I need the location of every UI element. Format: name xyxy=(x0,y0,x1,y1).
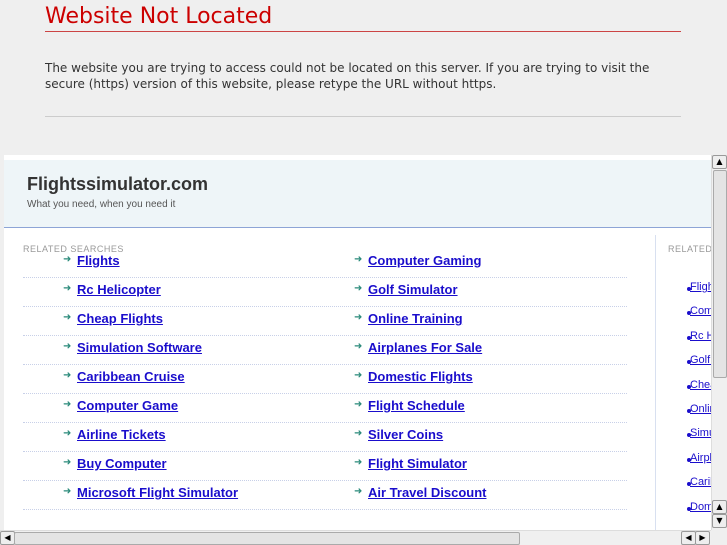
table-row: ➜ Computer Game ➜ Flight Schedule xyxy=(23,394,627,423)
title-underline xyxy=(45,31,681,32)
arrow-icon: ➜ xyxy=(354,283,363,294)
sidebar-link[interactable]: Domestic Flights xyxy=(690,501,711,513)
error-panel: Website Not Located The website you are … xyxy=(0,0,727,155)
arrow-icon: ➜ xyxy=(63,254,72,265)
arrow-icon: ➜ xyxy=(63,370,72,381)
site-header: Flightssimulator.com What you need, when… xyxy=(4,160,711,228)
related-link[interactable]: Simulation Software xyxy=(77,340,202,355)
related-link[interactable]: Silver Coins xyxy=(368,427,443,442)
related-link[interactable]: Rc Helicopter xyxy=(77,282,161,297)
related-link[interactable]: Flight Schedule xyxy=(368,398,465,413)
arrow-icon: ➜ xyxy=(63,486,72,497)
table-row: ➜ Simulation Software ➜ Airplanes For Sa… xyxy=(23,336,627,365)
sidebar-link[interactable]: Flights xyxy=(690,281,711,293)
related-link[interactable]: Microsoft Flight Simulator xyxy=(77,485,238,500)
table-row: ➜ Airline Tickets ➜ Silver Coins xyxy=(23,423,627,452)
arrow-icon: ➜ xyxy=(354,312,363,323)
related-link[interactable]: Domestic Flights xyxy=(368,369,473,384)
scroll-down-button[interactable]: ▼ xyxy=(712,514,727,528)
site-name: Flightssimulator.com xyxy=(27,174,209,194)
arrow-icon: ➜ xyxy=(63,457,72,468)
arrow-icon: ➜ xyxy=(63,283,72,294)
arrow-icon: ➜ xyxy=(63,341,72,352)
arrow-icon: ➜ xyxy=(354,428,363,439)
sidebar-link[interactable]: Golf Simulator xyxy=(690,354,711,366)
divider xyxy=(45,116,681,117)
scroll-up-button-lower[interactable]: ▲ xyxy=(712,500,727,514)
related-link[interactable]: Online Training xyxy=(368,311,463,326)
arrow-icon: ➜ xyxy=(63,399,72,410)
table-row: ➜ Caribbean Cruise ➜ Domestic Flights xyxy=(23,365,627,394)
related-link[interactable]: Caribbean Cruise xyxy=(77,369,185,384)
arrow-icon: ➜ xyxy=(354,370,363,381)
sidebar-link[interactable]: Computer Gaming xyxy=(690,305,711,317)
scroll-right-button[interactable]: ▶ xyxy=(695,531,710,545)
vertical-scrollbar[interactable]: ▲ ▲ ▼ xyxy=(711,155,727,530)
arrow-icon: ➜ xyxy=(354,341,363,352)
table-row: ➜ Buy Computer ➜ Flight Simulator xyxy=(23,452,627,481)
table-row: ➜ Microsoft Flight Simulator ➜ Air Trave… xyxy=(23,481,627,510)
sidebar-link[interactable]: Simulation Software xyxy=(690,427,711,439)
arrow-icon: ➜ xyxy=(63,428,72,439)
related-link[interactable]: Air Travel Discount xyxy=(368,485,486,500)
sidebar-heading: RELATED xyxy=(668,244,711,254)
table-row: ➜ Rc Helicopter ➜ Golf Simulator xyxy=(23,278,627,307)
sidebar-link[interactable]: Online Training xyxy=(690,403,711,415)
sidebar-link[interactable]: Cheap Flights xyxy=(690,379,711,391)
horizontal-scrollbar[interactable]: ◀ ◀ ▶ xyxy=(0,530,711,545)
arrow-icon: ➜ xyxy=(63,312,72,323)
error-message: The website you are trying to access cou… xyxy=(45,61,650,91)
related-link[interactable]: Golf Simulator xyxy=(368,282,458,297)
related-link[interactable]: Buy Computer xyxy=(77,456,167,471)
arrow-icon: ➜ xyxy=(354,254,363,265)
arrow-icon: ➜ xyxy=(354,486,363,497)
related-link[interactable]: Cheap Flights xyxy=(77,311,163,326)
related-link[interactable]: Airplanes For Sale xyxy=(368,340,482,355)
site-tagline: What you need, when you need it xyxy=(27,199,176,210)
arrow-icon: ➜ xyxy=(354,457,363,468)
related-link[interactable]: Computer Game xyxy=(77,398,178,413)
parked-page-frame: Flightssimulator.com What you need, when… xyxy=(4,155,711,530)
error-title: Website Not Located xyxy=(45,4,273,29)
column-divider xyxy=(655,235,656,530)
scroll-left-button[interactable]: ◀ xyxy=(0,531,15,545)
table-row: ➜ Cheap Flights ➜ Online Training xyxy=(23,307,627,336)
related-link[interactable]: Computer Gaming xyxy=(368,253,481,268)
related-link[interactable]: Airline Tickets xyxy=(77,427,166,442)
vertical-scroll-thumb[interactable] xyxy=(713,170,727,378)
sidebar-link[interactable]: Rc Helicopter xyxy=(690,330,711,342)
horizontal-scroll-thumb[interactable] xyxy=(14,532,520,545)
scroll-left-button-right[interactable]: ◀ xyxy=(681,531,696,545)
related-link[interactable]: Flights xyxy=(77,253,120,268)
sidebar-link[interactable]: Airplanes For Sale xyxy=(690,452,711,464)
related-link[interactable]: Flight Simulator xyxy=(368,456,467,471)
scroll-up-button[interactable]: ▲ xyxy=(712,155,727,169)
table-row: ➜ Flights ➜ Computer Gaming xyxy=(23,249,627,278)
sidebar-link[interactable]: Caribbean Cruise xyxy=(690,476,711,488)
arrow-icon: ➜ xyxy=(354,399,363,410)
